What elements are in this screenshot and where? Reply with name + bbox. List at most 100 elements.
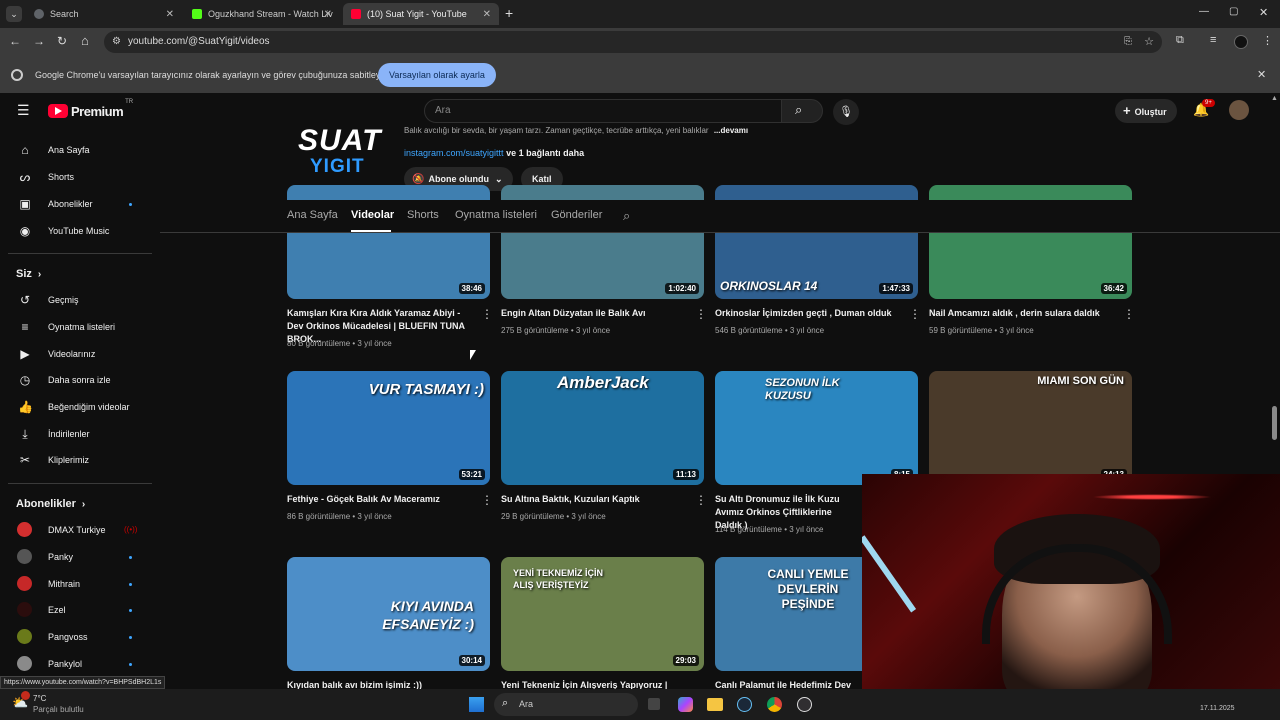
channel-search-icon[interactable]: ⌕ xyxy=(623,208,630,224)
forward-icon[interactable]: → xyxy=(33,34,45,48)
sidebar-item-label: Ana Sayfa xyxy=(48,145,90,155)
more-options-icon[interactable]: ⋮ xyxy=(695,307,707,321)
video-title[interactable]: Nail Amcamızı aldık , derin sulara daldı… xyxy=(929,307,1119,320)
chrome-icon xyxy=(11,69,23,81)
sidebar-item-your-videos[interactable]: ▶ Videolarınız xyxy=(0,341,160,367)
chrome-icon[interactable] xyxy=(767,697,782,712)
video-title[interactable]: Su Altına Baktık, Kuzuları Kaptık xyxy=(501,493,691,506)
media-icon[interactable]: ≡ xyxy=(1210,34,1216,46)
tab-playlists[interactable]: Oynatma listeleri xyxy=(455,209,537,221)
steam-icon[interactable] xyxy=(737,697,752,712)
video-title[interactable]: Fethiye - Göçek Balık Av Maceramız xyxy=(287,493,477,506)
more-links[interactable]: ve 1 bağlantı daha xyxy=(506,148,584,158)
tab-list-button[interactable]: ⌄ xyxy=(6,6,22,22)
video-thumbnail[interactable]: YENİ TEKNEMİZ İÇİN ALIŞ VERİŞTEYİZ 29:03 xyxy=(501,557,704,671)
task-view-icon[interactable] xyxy=(648,698,660,710)
more-options-icon[interactable]: ⋮ xyxy=(909,307,921,321)
copilot-icon[interactable] xyxy=(678,697,693,712)
tab-videos[interactable]: Videolar xyxy=(351,209,394,221)
scrollbar-thumb[interactable] xyxy=(1272,406,1277,440)
browser-tab-search[interactable]: Search ✕ xyxy=(28,3,180,25)
sidebar-item-liked[interactable]: 👍 Beğendiğim videolar xyxy=(0,394,160,420)
sidebar-sub-panky[interactable]: Panky xyxy=(0,544,160,570)
site-info-icon[interactable]: ⚙ xyxy=(112,31,121,53)
taskbar-date[interactable]: 17.11.2025 xyxy=(1200,705,1235,712)
menu-icon[interactable]: ☰ xyxy=(17,102,30,119)
more-options-icon[interactable]: ⋮ xyxy=(481,493,493,507)
video-thumbnail[interactable]: VUR TASMAYI :) 53:21 xyxy=(287,371,490,485)
search-input[interactable]: Ara xyxy=(424,99,782,123)
sidebar-sub-pangvoss[interactable]: Pangvoss xyxy=(0,624,160,650)
sidebar-item-clips[interactable]: ✂ Kliplerimiz xyxy=(0,447,160,473)
browser-tab-youtube[interactable]: (10) Suat Yigit - YouTube ✕ xyxy=(343,3,499,25)
reload-icon[interactable]: ↻ xyxy=(57,34,67,48)
more-options-icon[interactable]: ⋮ xyxy=(695,493,707,507)
new-content-dot xyxy=(129,583,132,586)
install-icon[interactable]: ⎘ xyxy=(1124,31,1132,53)
file-explorer-icon[interactable] xyxy=(707,698,723,711)
mouse-cursor-icon xyxy=(470,350,476,360)
tab-shorts[interactable]: Shorts xyxy=(407,209,439,221)
instagram-link[interactable]: instagram.com/suatyigittt xyxy=(404,148,504,158)
notifications-button[interactable]: 🔔 9+ xyxy=(1193,99,1215,118)
close-icon[interactable]: ✕ xyxy=(166,9,174,20)
set-default-button[interactable]: Varsayılan olarak ayarla xyxy=(378,63,496,87)
sidebar-item-downloads[interactable]: ⤓ İndirilenler xyxy=(0,421,160,447)
video-title[interactable]: Orkinoslar İçimizden geçti , Duman olduk xyxy=(715,307,905,320)
window-close-button[interactable]: ✕ xyxy=(1259,6,1268,19)
close-icon[interactable]: ✕ xyxy=(1257,68,1266,81)
more-options-icon[interactable]: ⋮ xyxy=(1123,307,1135,321)
video-thumbnail[interactable]: MIAMI SON GÜN24:13 xyxy=(929,371,1132,485)
search-button[interactable]: ⌕ xyxy=(781,99,823,123)
more-link[interactable]: ...devamı xyxy=(714,126,748,135)
sidebar-item-label: YouTube Music xyxy=(48,226,110,236)
sidebar-item-home[interactable]: ⌂ Ana Sayfa xyxy=(0,137,160,163)
sidebar-item-label: Geçmiş xyxy=(48,295,79,305)
url-field[interactable]: ⚙ youtube.com/@SuatYigit/videos ⎘ ☆ xyxy=(104,31,1162,53)
sidebar-sub-pankylol[interactable]: Pankylol xyxy=(0,651,160,677)
sidebar-item-subscriptions[interactable]: ▣ Abonelikler xyxy=(0,191,160,217)
sidebar-sub-mithrain[interactable]: Mithrain xyxy=(0,571,160,597)
youtube-logo[interactable]: Premium TR xyxy=(48,99,133,119)
chrome-menu-icon[interactable]: ⋮ xyxy=(1262,34,1273,47)
thumbnail-overlay-text: AmberJack xyxy=(557,373,649,392)
browser-tab-kick[interactable]: Oguzkhand Stream - Watch Liv ✕ xyxy=(186,3,338,25)
close-icon[interactable]: ✕ xyxy=(324,9,332,20)
video-thumbnail[interactable]: AmberJack 11:13 xyxy=(501,371,704,485)
sidebar-item-label: DMAX Turkiye xyxy=(48,525,106,535)
subscriptions-section-header[interactable]: Abonelikler › xyxy=(16,498,85,510)
video-title[interactable]: Engin Altan Düzyatan ile Balık Avı xyxy=(501,307,691,320)
sidebar-item-history[interactable]: ↺ Geçmiş xyxy=(0,287,160,313)
bookmark-star-icon[interactable]: ☆ xyxy=(1144,31,1154,53)
channel-description[interactable]: Balık avcılığı bir sevda, bir yaşam tarz… xyxy=(404,126,748,135)
windows-start-icon[interactable] xyxy=(469,697,484,712)
channel-avatar[interactable]: SUAT YIGIT xyxy=(288,112,392,190)
taskbar-search[interactable]: ⌕ Ara xyxy=(494,693,638,716)
scroll-up-icon[interactable]: ▲ xyxy=(1271,95,1278,102)
sidebar-sub-ezel[interactable]: Ezel xyxy=(0,597,160,623)
restore-button[interactable]: ▢ xyxy=(1229,6,1238,17)
more-options-icon[interactable]: ⋮ xyxy=(481,307,493,321)
obs-icon[interactable] xyxy=(797,697,812,712)
close-icon[interactable]: ✕ xyxy=(483,9,491,20)
weather-widget[interactable]: ⛅ 7°C Parçalı bulutlu xyxy=(12,691,112,717)
sidebar-item-watch-later[interactable]: ◷ Daha sonra izle xyxy=(0,367,160,393)
account-avatar[interactable] xyxy=(1229,100,1249,120)
voice-search-button[interactable]: 🎙 xyxy=(833,99,859,125)
tab-home[interactable]: Ana Sayfa xyxy=(287,209,338,221)
create-button[interactable]: + Oluştur xyxy=(1115,99,1177,123)
you-section-header[interactable]: Siz › xyxy=(16,268,41,280)
minimize-button[interactable]: — xyxy=(1199,6,1209,17)
sidebar-item-playlists[interactable]: ≡ Oynatma listeleri xyxy=(0,314,160,340)
extensions-icon[interactable]: ⧉ xyxy=(1176,34,1184,47)
home-icon[interactable]: ⌂ xyxy=(81,33,89,48)
sidebar-item-shorts[interactable]: ᔕ Shorts xyxy=(0,164,160,190)
tab-posts[interactable]: Gönderiler xyxy=(551,209,602,221)
profile-avatar[interactable] xyxy=(1234,35,1248,49)
video-thumbnail[interactable]: SEZONUN İLK KUZUSU8:15 xyxy=(715,371,918,485)
sidebar-sub-dmax[interactable]: DMAX Turkiye ((•)) xyxy=(0,517,160,543)
back-icon[interactable]: ← xyxy=(9,34,21,48)
new-tab-button[interactable]: + xyxy=(505,5,513,21)
sidebar-item-music[interactable]: ◉ YouTube Music xyxy=(0,218,160,244)
video-thumbnail[interactable]: KIYI AVINDA EFSANEYİZ :) 30:14 xyxy=(287,557,490,671)
